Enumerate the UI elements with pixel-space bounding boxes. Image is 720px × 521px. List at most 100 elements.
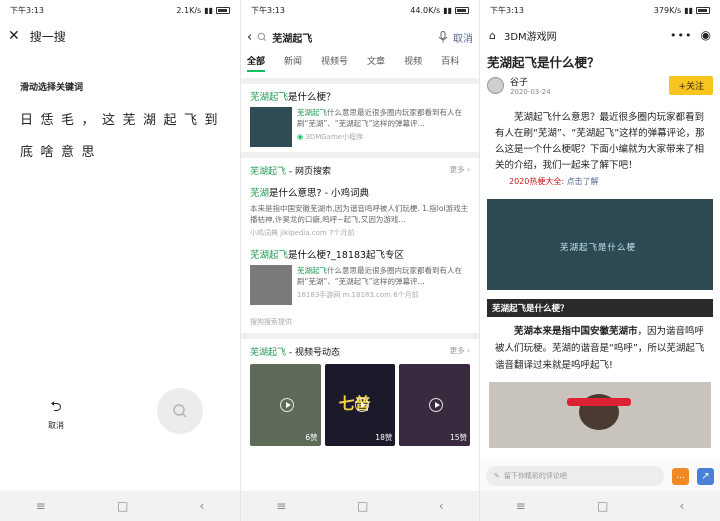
network-speed: 44.0K/s — [410, 5, 441, 15]
keyword-char[interactable]: 飞 — [184, 107, 205, 139]
cancel-label: 取消 — [48, 421, 64, 430]
keyword-char[interactable]: 起 — [164, 107, 185, 139]
result-card-web[interactable]: 芜湖是什么意思? - 小鸡词典 本来是指中国安徽芜湖市,因为谐音鸣呼被人们玩梗.… — [241, 183, 479, 243]
tab-item[interactable]: 视频号 — [321, 54, 348, 67]
tab-item[interactable]: 视频 — [404, 54, 422, 67]
tab-item[interactable]: 文章 — [367, 54, 385, 67]
keyword-chars[interactable]: 日恁毛，这芜湖起飞到底啥意思 — [20, 107, 225, 171]
cancel-button[interactable]: ⮌ 取消 — [48, 396, 64, 431]
keyword-char[interactable]: 啥 — [41, 139, 62, 171]
video-likes: 6赞 — [305, 433, 318, 442]
keyword-char[interactable]: 恁 — [41, 107, 62, 139]
search-icon — [173, 404, 187, 418]
undo-icon: ⮌ — [50, 399, 62, 415]
keyword-char[interactable]: ， — [82, 107, 103, 139]
signal-icon: ▮▮ — [204, 5, 213, 15]
system-nav-bar: ≡ □ ‹ — [0, 491, 240, 521]
keyword-char[interactable]: 到 — [205, 107, 226, 139]
video-thumbnail[interactable]: 6赞 — [250, 364, 321, 446]
menu-nav-button[interactable]: ≡ — [276, 499, 286, 513]
search-bar[interactable]: ‹ 芜湖起飞 取消 — [241, 20, 479, 54]
screen-article: 下午3:13 379K/s ▮▮ ⌂ 3DM游戏网 ••• ◉ 芜湖起飞是什么梗… — [480, 0, 720, 521]
comment-bar: ✎ 留下你精彩的评论吧 … ↗ — [480, 461, 720, 491]
web-search-section-header[interactable]: 芜湖起飞 - 网页搜索 更多 › — [241, 158, 479, 183]
back-icon[interactable]: ‹ — [247, 30, 252, 45]
tab-item[interactable]: 百科 — [441, 54, 459, 67]
article-photo — [489, 382, 711, 448]
video-thumbnail[interactable]: 七普 18赞 — [324, 364, 396, 446]
result-card-web[interactable]: 芜湖起飞是什么梗?_18183起飞专区 芜湖起飞什么意思最近很多圈内玩家都看到有… — [241, 243, 479, 310]
section-heading: 芜湖起飞是什么梗？ — [487, 299, 713, 317]
avatar[interactable] — [487, 77, 504, 94]
play-icon — [280, 398, 294, 412]
pencil-icon: ✎ — [494, 472, 500, 480]
top-bar: ✕ 搜一搜 — [0, 20, 240, 52]
search-tabs: 全部 新闻 视频号 文章 视频 百科 — [241, 54, 479, 78]
back-nav-button[interactable]: ‹ — [680, 499, 685, 513]
search-fab-button[interactable] — [157, 388, 203, 434]
video-section-header[interactable]: 芜湖起飞 - 视频号动态 更多 › — [241, 339, 479, 364]
menu-nav-button[interactable]: ≡ — [516, 499, 526, 513]
network-speed: 2.1K/s — [176, 5, 202, 15]
result-card-miniapp[interactable]: 芜湖起飞是什么梗？ 芜湖起飞什么意思最近很多圈内玩家都看到有人在刷“芜湖”、“芜… — [241, 84, 479, 152]
author-name: 谷子 — [510, 78, 529, 88]
publish-date: 2020-03-24 — [510, 88, 551, 96]
home-icon[interactable]: ⌂ — [489, 29, 496, 42]
follow-button[interactable]: +关注 — [669, 76, 713, 95]
target-icon[interactable]: ◉ — [701, 28, 711, 42]
search-icon — [257, 32, 267, 42]
provider-note: 搜狗搜索提供 — [250, 318, 292, 326]
microphone-icon[interactable] — [438, 31, 448, 43]
video-thumbnail[interactable]: 15赞 — [399, 364, 471, 446]
comment-icon[interactable]: … — [672, 467, 689, 485]
article-paragraph: 芜湖本来是指中国安徽芜湖市，因为谐音鸣呼被人们玩梗。芜湖的谐音是“呜呼”，所以芜… — [495, 326, 705, 371]
screen-search-results: 下午3:13 44.0K/s ▮▮ ‹ 芜湖起飞 取消 全部 新闻 视频号 文章 视频 百… — [241, 0, 479, 521]
miniapp-icon: ◉ — [297, 133, 304, 141]
keyword-char[interactable]: 湖 — [143, 107, 164, 139]
keyword-char[interactable]: 底 — [20, 139, 41, 171]
chevron-right-icon: › — [467, 346, 470, 355]
battery-icon — [216, 6, 230, 14]
status-bar: 下午3:13 379K/s ▮▮ — [480, 0, 720, 20]
home-nav-button[interactable]: □ — [357, 499, 368, 513]
keyword-char[interactable]: 这 — [102, 107, 123, 139]
play-icon — [354, 398, 369, 412]
keyword-char[interactable]: 思 — [82, 139, 103, 171]
signal-icon: ▮▮ — [684, 5, 693, 15]
hot-topics-link[interactable]: 2020热梗大全: 点击了解 — [480, 174, 720, 189]
network-speed: 379K/s — [653, 5, 682, 15]
tab-item[interactable]: 新闻 — [284, 54, 302, 67]
comment-input[interactable]: ✎ 留下你精彩的评论吧 — [486, 466, 664, 486]
result-thumbnail — [250, 107, 292, 147]
status-time: 下午3:13 — [251, 5, 285, 15]
keyword-char[interactable]: 日 — [20, 107, 41, 139]
top-bar: ⌂ 3DM游戏网 ••• ◉ — [480, 20, 720, 50]
page-title: 搜一搜 — [29, 29, 66, 44]
video-likes: 18赞 — [375, 433, 393, 442]
status-time: 下午3:13 — [490, 5, 524, 15]
home-nav-button[interactable]: □ — [117, 499, 128, 513]
status-bar: 下午3:13 44.0K/s ▮▮ — [241, 0, 479, 20]
close-icon[interactable]: ✕ — [8, 28, 20, 44]
home-nav-button[interactable]: □ — [597, 499, 608, 513]
share-icon[interactable]: ↗ — [697, 467, 714, 485]
keyword-char[interactable]: 毛 — [61, 107, 82, 139]
play-icon — [429, 398, 444, 412]
keyword-char[interactable]: 芜 — [123, 107, 144, 139]
back-nav-button[interactable]: ‹ — [439, 499, 444, 513]
status-time: 下午3:13 — [10, 5, 44, 15]
status-bar: 下午3:13 2.1K/s ▮▮ — [0, 0, 240, 20]
cancel-button[interactable]: 取消 — [453, 30, 473, 45]
keyword-char[interactable]: 意 — [61, 139, 82, 171]
battery-icon — [455, 6, 469, 14]
back-nav-button[interactable]: ‹ — [200, 499, 205, 513]
menu-nav-button[interactable]: ≡ — [36, 499, 46, 513]
system-nav-bar: ≡ □ ‹ — [241, 491, 479, 521]
search-input[interactable]: 芜湖起飞 — [272, 30, 433, 45]
article-intro: 芜湖起飞什么意思？最近很多圈内玩家都看到有人在刷“芜湖”、“芜湖起飞”这样的弹幕… — [495, 112, 705, 171]
video-likes: 15赞 — [449, 433, 468, 442]
site-name: 3DM游戏网 — [503, 31, 557, 43]
tab-item[interactable]: 全部 — [247, 54, 266, 72]
screen-search-keyword-select: 下午3:13 2.1K/s ▮▮ ✕ 搜一搜 滑动选择关键词 日恁毛，这芜湖起飞… — [0, 0, 240, 521]
more-icon[interactable]: ••• — [670, 29, 692, 42]
